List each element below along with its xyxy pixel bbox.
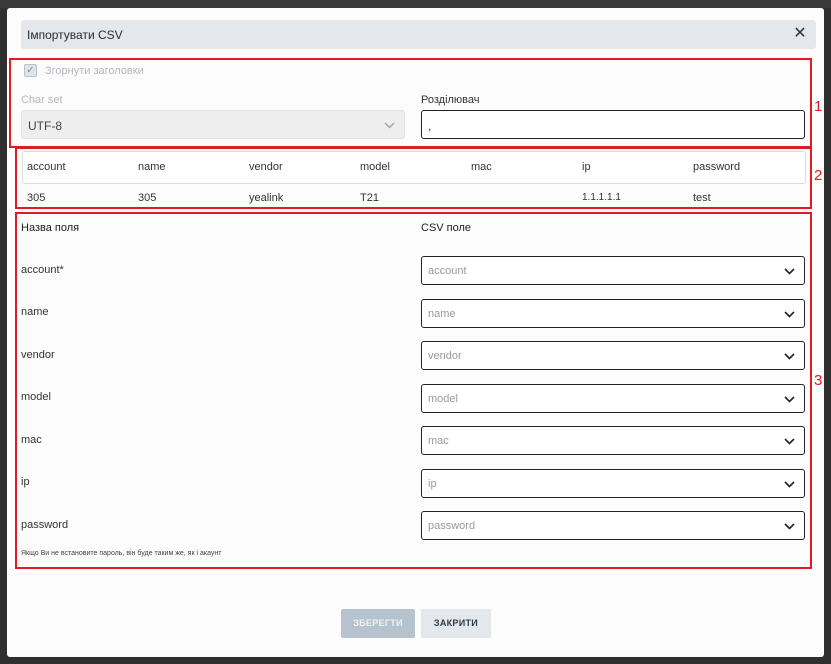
modal-title: Імпортувати CSV bbox=[27, 28, 123, 42]
annotation-label-2: 2 bbox=[814, 167, 823, 184]
annotation-box-1 bbox=[9, 58, 812, 148]
annotation-label-1: 1 bbox=[814, 98, 823, 115]
page-backdrop bbox=[0, 0, 831, 8]
annotation-label-3: 3 bbox=[814, 372, 823, 389]
save-button[interactable]: ЗБЕРЕГТИ bbox=[341, 609, 415, 638]
annotation-box-2 bbox=[15, 147, 812, 209]
modal-header: Імпортувати CSV ✕ bbox=[21, 20, 816, 49]
close-button[interactable]: ЗАКРИТИ bbox=[421, 609, 491, 638]
close-icon[interactable]: ✕ bbox=[792, 26, 808, 42]
annotation-box-3 bbox=[15, 212, 812, 569]
